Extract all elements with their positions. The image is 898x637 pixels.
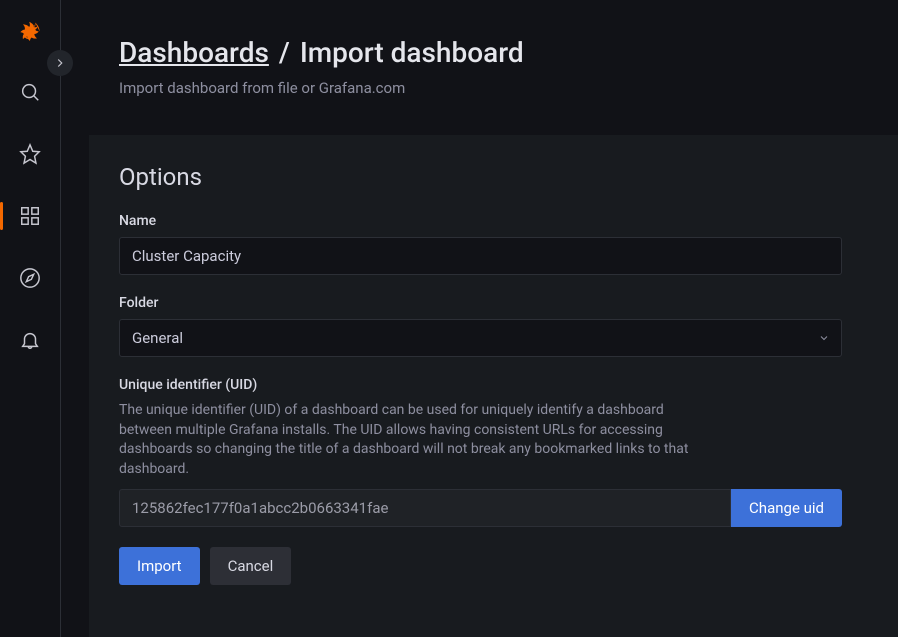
- grafana-logo[interactable]: [16, 20, 44, 48]
- star-icon: [19, 143, 41, 165]
- folder-select[interactable]: General: [119, 319, 842, 357]
- sidebar-item-starred[interactable]: [0, 136, 60, 172]
- page-header: Dashboards / Import dashboard Import das…: [61, 0, 898, 123]
- change-uid-button[interactable]: Change uid: [731, 489, 842, 527]
- main: Dashboards / Import dashboard Import das…: [61, 0, 898, 637]
- name-input[interactable]: [119, 237, 842, 275]
- page-subtitle: Import dashboard from file or Grafana.co…: [119, 79, 898, 97]
- cancel-button[interactable]: Cancel: [210, 547, 292, 585]
- name-label: Name: [119, 213, 842, 229]
- field-name: Name: [119, 213, 842, 275]
- folder-value: General: [132, 329, 183, 347]
- field-folder: Folder General: [119, 295, 842, 357]
- breadcrumb: Dashboards / Import dashboard: [119, 36, 898, 69]
- sidebar-item-dashboards[interactable]: [0, 198, 60, 234]
- search-icon: [19, 81, 41, 103]
- sidebar-item-search[interactable]: [0, 74, 60, 110]
- breadcrumb-current: Import dashboard: [300, 36, 524, 69]
- compass-icon: [19, 267, 41, 289]
- uid-description: The unique identifier (UID) of a dashboa…: [119, 401, 689, 479]
- sidebar-item-explore[interactable]: [0, 260, 60, 296]
- sidebar-item-alerting[interactable]: [0, 322, 60, 358]
- folder-label: Folder: [119, 295, 842, 311]
- uid-label: Unique identifier (UID): [119, 377, 842, 393]
- action-row: Import Cancel: [119, 547, 842, 585]
- dashboards-icon: [19, 205, 41, 227]
- panel-title: Options: [119, 163, 842, 191]
- options-panel: Options Name Folder General Unique ident…: [89, 135, 898, 637]
- import-button[interactable]: Import: [119, 547, 200, 585]
- bell-icon: [19, 329, 41, 351]
- breadcrumb-root[interactable]: Dashboards: [119, 36, 269, 69]
- breadcrumb-separator: /: [279, 36, 290, 69]
- uid-input: [119, 489, 731, 527]
- expand-sidebar-button[interactable]: [47, 50, 73, 76]
- field-uid: Unique identifier (UID) The unique ident…: [119, 377, 842, 527]
- sidebar: [0, 0, 61, 637]
- chevron-down-icon: [818, 332, 830, 344]
